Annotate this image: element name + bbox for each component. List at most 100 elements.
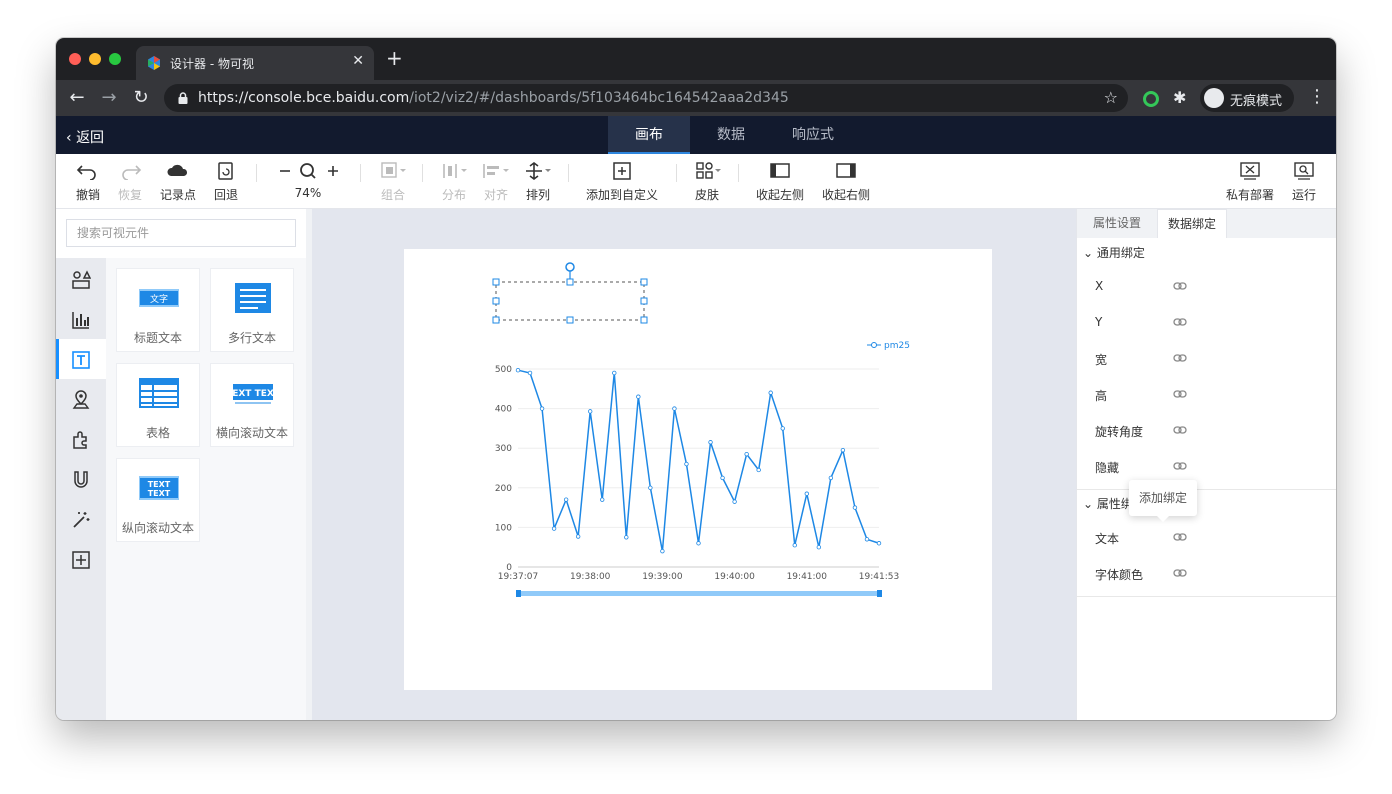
tab-property-settings[interactable]: 属性设置 [1077, 209, 1157, 238]
data-point[interactable] [527, 370, 533, 376]
resize-handle[interactable] [492, 297, 500, 305]
datazoom-handle-start[interactable] [516, 590, 521, 597]
rail-basic-shapes[interactable] [56, 259, 106, 299]
data-point[interactable] [732, 499, 737, 504]
resize-handle[interactable] [640, 316, 648, 324]
close-window-button[interactable] [69, 53, 81, 65]
data-point[interactable] [756, 467, 761, 473]
data-point[interactable] [720, 475, 725, 481]
data-point[interactable] [828, 475, 834, 481]
data-point[interactable] [804, 491, 809, 496]
tab-canvas[interactable]: 画布 [608, 116, 690, 154]
tab-data[interactable]: 数据 [690, 116, 772, 154]
component-title-text[interactable]: 文字 标题文本 [116, 268, 200, 352]
forward-arrow-icon[interactable]: → [98, 87, 120, 109]
reload-icon[interactable]: ↻ [130, 87, 152, 109]
back-button[interactable]: ‹ 返回 [66, 127, 104, 147]
rail-charts[interactable] [56, 299, 106, 339]
private-deploy-button[interactable]: 私有部署 [1222, 154, 1278, 208]
bookmark-star-icon[interactable]: ☆ [1104, 88, 1118, 107]
data-point[interactable] [696, 541, 701, 546]
data-point[interactable] [780, 426, 785, 431]
resize-handle[interactable] [566, 278, 574, 286]
rail-plugins[interactable] [56, 419, 106, 459]
rail-magic[interactable] [56, 499, 106, 539]
zoom-control[interactable]: 74% [270, 154, 346, 208]
data-point[interactable] [660, 548, 665, 554]
browser-tab[interactable]: 设计器 - 物可视 ✕ [136, 46, 374, 80]
link-icon[interactable] [1173, 317, 1187, 327]
collapse-right-button[interactable]: 收起右侧 [818, 154, 874, 208]
attribute-binding-section[interactable]: ⌄ 属性绑 [1083, 495, 1133, 512]
datazoom-handle-end[interactable] [877, 590, 882, 597]
rail-custom[interactable] [56, 539, 106, 579]
undo-button[interactable]: 撤销 [70, 154, 106, 208]
maximize-window-button[interactable] [109, 53, 121, 65]
redo-button[interactable]: 恢复 [112, 154, 148, 208]
pm25-line-chart[interactable]: 010020030040050019:37:07 19:38:00 19:39:00… [495, 341, 910, 597]
distribute-button[interactable]: 分布 [436, 154, 472, 208]
data-point[interactable] [551, 526, 557, 531]
address-bar[interactable]: https://console.bce.baidu.com/iot2/viz2/… [164, 84, 1128, 112]
data-point[interactable] [515, 367, 521, 373]
data-point[interactable] [708, 440, 713, 445]
minimize-window-button[interactable] [89, 53, 101, 65]
general-binding-section[interactable]: ⌄ 通用绑定 [1083, 244, 1145, 261]
back-arrow-icon[interactable]: ← [66, 87, 88, 109]
data-point[interactable] [876, 541, 882, 546]
extension-green-icon[interactable] [1143, 91, 1159, 107]
align-button[interactable]: 对齐 [478, 154, 514, 208]
tab-responsive[interactable]: 响应式 [772, 116, 854, 154]
datazoom-track[interactable] [518, 591, 879, 596]
incognito-indicator[interactable]: 无痕模式 [1200, 84, 1294, 112]
tab-data-binding[interactable]: 数据绑定 [1157, 209, 1227, 238]
component-search-input[interactable]: 搜索可视元件 [66, 219, 296, 247]
data-point[interactable] [648, 485, 653, 490]
close-tab-icon[interactable]: ✕ [352, 53, 364, 69]
data-point[interactable] [636, 394, 641, 399]
data-point[interactable] [840, 447, 846, 453]
component-horizontal-scroll-text[interactable]: EXT TEX 横向滚动文本 [210, 363, 294, 447]
data-point[interactable] [852, 505, 858, 510]
data-point[interactable] [575, 534, 581, 539]
new-tab-icon[interactable]: + [386, 48, 403, 68]
record-point-button[interactable]: 记录点 [156, 154, 200, 208]
rotate-handle[interactable] [565, 262, 575, 272]
link-icon[interactable] [1173, 425, 1187, 435]
selected-text-component[interactable] [492, 262, 648, 324]
skin-button[interactable]: 皮肤 [688, 154, 726, 208]
component-vertical-scroll-text[interactable]: TEXT TEXT 纵向滚动文本 [116, 458, 200, 542]
link-icon[interactable] [1173, 461, 1187, 471]
data-point[interactable] [672, 406, 677, 411]
extensions-puzzle-icon[interactable]: ✱ [1173, 88, 1186, 107]
arrange-button[interactable]: 排列 [520, 154, 556, 208]
link-icon[interactable] [1173, 568, 1187, 578]
rail-magnet[interactable] [56, 459, 106, 499]
resize-handle[interactable] [640, 297, 648, 305]
data-point[interactable] [612, 370, 617, 376]
resize-handle[interactable] [566, 316, 574, 324]
add-to-custom-button[interactable]: 添加到自定义 [582, 154, 662, 208]
rollback-button[interactable]: 回退 [208, 154, 244, 208]
link-icon[interactable] [1173, 353, 1187, 363]
data-point[interactable] [624, 535, 629, 540]
rail-map[interactable] [56, 379, 106, 419]
browser-menu-icon[interactable]: ⋮ [1308, 86, 1326, 107]
group-button[interactable]: 组合 [374, 154, 412, 208]
run-button[interactable]: 运行 [1286, 154, 1322, 208]
resize-handle[interactable] [640, 278, 648, 286]
data-point[interactable] [587, 409, 593, 414]
data-point[interactable] [768, 390, 773, 395]
dashboard-page[interactable]: 0 100 200 300 400 500 19:37:07 19:38:00 19:39:00… [404, 249, 992, 690]
data-point[interactable] [816, 545, 822, 550]
data-point[interactable] [684, 461, 689, 467]
data-point[interactable] [563, 497, 569, 502]
resize-handle[interactable] [492, 278, 500, 286]
data-point[interactable] [539, 406, 545, 411]
link-icon[interactable] [1173, 281, 1187, 291]
data-point[interactable] [792, 543, 797, 548]
link-icon[interactable] [1173, 532, 1187, 542]
rail-text[interactable] [56, 339, 106, 379]
data-point[interactable] [600, 497, 605, 502]
data-point[interactable] [744, 451, 749, 457]
